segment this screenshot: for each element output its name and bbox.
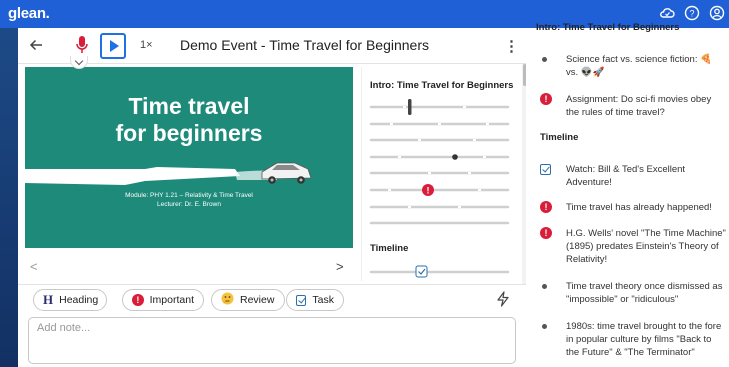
- player-toolbar: 1× Demo Event - Time Travel for Beginner…: [18, 28, 526, 64]
- important-tag-label: Important: [149, 294, 194, 306]
- notes-timeline-heading: Timeline: [540, 132, 579, 143]
- svg-text:!: !: [427, 186, 430, 196]
- note-text: Assignment: Do sci-fi movies obey the ru…: [566, 94, 712, 118]
- more-menu-icon[interactable]: ⋮: [504, 37, 519, 55]
- outline-playhead: [408, 99, 412, 115]
- important-icon: !: [540, 201, 552, 213]
- svg-text:?: ?: [689, 9, 694, 19]
- note-text: Time travel theory once dismissed as "im…: [566, 281, 723, 305]
- outline-column: Intro: Time Travel for Beginners ! Timel…: [361, 67, 521, 281]
- outline-timeline-graphic[interactable]: !: [368, 97, 523, 247]
- top-icons: ?: [659, 5, 725, 21]
- important-icon: !: [132, 294, 144, 306]
- desktop-edge: [0, 28, 18, 367]
- bullet-icon: [542, 284, 547, 289]
- thinking-face-icon: [221, 292, 234, 308]
- note-item[interactable]: ! Assignment: Do sci-fi movies obey the …: [540, 93, 726, 119]
- outline-timeline-heading: Timeline: [370, 243, 409, 254]
- slide-module: Module: PHY 1.21 – Relativity & Time Tra…: [125, 192, 253, 199]
- outline-marker: [452, 154, 458, 160]
- note-item[interactable]: ! Time travel has already happened!: [540, 201, 726, 214]
- outline-heading: Intro: Time Travel for Beginners: [370, 80, 514, 91]
- slide-title-line1: Time travel: [128, 93, 250, 119]
- cloud-icon[interactable]: [659, 5, 675, 21]
- heading-icon: H: [43, 292, 54, 307]
- prev-slide-button[interactable]: <: [30, 259, 38, 274]
- bullet-icon: [542, 324, 547, 329]
- slide-title-line2: for beginners: [115, 120, 263, 146]
- review-tag-button[interactable]: Review: [211, 289, 285, 311]
- speed-button[interactable]: 1×: [140, 39, 153, 51]
- task-tag-label: Task: [312, 294, 334, 306]
- heading-tag-button[interactable]: H Heading: [33, 289, 107, 311]
- note-item[interactable]: ! H.G. Wells' novel "The Time Machine" (…: [540, 227, 726, 266]
- bullet-icon: [542, 57, 547, 62]
- add-note-input[interactable]: Add note...: [28, 317, 516, 364]
- lightning-icon[interactable]: [496, 291, 510, 312]
- back-arrow-icon[interactable]: [28, 37, 44, 58]
- player-panel: 1× Demo Event - Time Travel for Beginner…: [18, 28, 527, 367]
- note-composer: H Heading ! Important Review Task Add no…: [18, 284, 526, 367]
- heading-tag-label: Heading: [59, 294, 99, 306]
- notes-sidebar: Intro: Time Travel for Beginners Science…: [526, 22, 729, 367]
- timeline-track-graphic[interactable]: [368, 263, 523, 283]
- next-slide-button[interactable]: >: [336, 259, 344, 274]
- car-trail-graphic: [25, 162, 312, 185]
- note-item[interactable]: Watch: Bill & Ted's Excellent Adventure!: [540, 163, 726, 189]
- note-item[interactable]: Time travel theory once dismissed as "im…: [540, 280, 726, 306]
- app-logo: glean.: [8, 5, 50, 22]
- account-icon[interactable]: [709, 5, 725, 21]
- note-text: Watch: Bill & Ted's Excellent Adventure!: [566, 164, 686, 188]
- play-button[interactable]: [100, 33, 126, 59]
- notes-section-heading: Intro: Time Travel for Beginners: [536, 22, 680, 33]
- important-tag-button[interactable]: ! Important: [122, 289, 204, 311]
- presentation-slide: Time travel for beginners Module: PHY 1.…: [25, 67, 353, 248]
- note-text: H.G. Wells' novel "The Time Machine" (18…: [566, 228, 726, 265]
- help-icon[interactable]: ?: [684, 5, 700, 21]
- review-tag-label: Review: [240, 294, 275, 306]
- note-item[interactable]: Science fact vs. science fiction: 🍕 vs. …: [540, 53, 726, 79]
- note-text: Science fact vs. science fiction: 🍕 vs. …: [566, 54, 712, 78]
- important-icon: !: [540, 227, 552, 239]
- note-item[interactable]: 1980s: time travel brought to the fore i…: [540, 320, 726, 359]
- delorean-car-icon: [261, 162, 312, 184]
- important-icon: !: [540, 93, 552, 105]
- task-checkbox-icon: [540, 164, 551, 175]
- slide-subtitle: Module: PHY 1.21 – Relativity & Time Tra…: [25, 191, 353, 209]
- slide-lecturer: Lecturer: Dr. E. Brown: [157, 201, 221, 208]
- task-tag-button[interactable]: Task: [286, 289, 344, 311]
- note-text: Time travel has already happened!: [566, 202, 712, 213]
- note-text: 1980s: time travel brought to the fore i…: [566, 321, 722, 358]
- slide-title: Time travel for beginners: [25, 93, 353, 147]
- event-title: Demo Event - Time Travel for Beginners: [180, 37, 429, 53]
- task-checkbox-icon: [296, 295, 307, 306]
